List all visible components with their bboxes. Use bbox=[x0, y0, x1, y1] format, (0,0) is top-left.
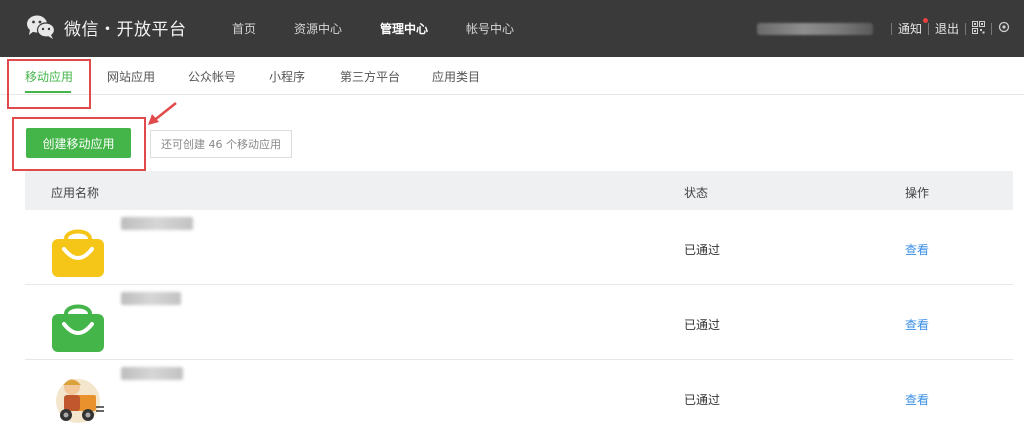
unread-dot bbox=[922, 18, 928, 23]
create-mobile-app-button[interactable]: 创建移动应用 bbox=[26, 128, 131, 158]
column-actions: 操作 bbox=[905, 186, 930, 200]
app-name-redacted bbox=[121, 367, 183, 380]
annotation-arrow-icon bbox=[146, 100, 180, 132]
account-name-redacted[interactable] bbox=[756, 22, 873, 35]
remaining-quota-note: 还可创建 46 个移动应用 bbox=[150, 130, 292, 158]
delivery-courier-icon bbox=[50, 371, 106, 427]
logout-link[interactable]: 退出 bbox=[935, 20, 959, 37]
nav-item-account[interactable]: 帐号中心 bbox=[466, 20, 514, 37]
divider bbox=[890, 22, 892, 35]
tab-mini-programs[interactable]: 小程序 bbox=[269, 68, 305, 85]
column-status: 状态 bbox=[684, 186, 709, 200]
divider bbox=[927, 22, 929, 35]
table-row: 已通过 查看 bbox=[25, 210, 1013, 285]
nav-item-home[interactable]: 首页 bbox=[232, 20, 256, 37]
status-text: 已通过 bbox=[684, 243, 721, 257]
table-row: 已通过 查看 bbox=[25, 360, 1013, 429]
apps-table: 应用名称 状态 操作 已通过 查看 已通过 查看 已通过 查看 bbox=[25, 171, 1013, 429]
wechat-logo-icon bbox=[26, 14, 56, 40]
nav-item-resources[interactable]: 资源中心 bbox=[294, 20, 342, 37]
tab-third-party-platform[interactable]: 第三方平台 bbox=[340, 68, 400, 85]
main-nav: 首页 资源中心 管理中心 帐号中心 bbox=[232, 0, 552, 57]
settings-icon[interactable] bbox=[998, 21, 1010, 36]
qrcode-icon[interactable] bbox=[972, 20, 985, 37]
tab-official-accounts[interactable]: 公众帐号 bbox=[188, 68, 236, 85]
brand-logo[interactable]: 微信・开放平台 bbox=[26, 14, 187, 40]
status-text: 已通过 bbox=[684, 393, 721, 407]
column-app-name: 应用名称 bbox=[51, 186, 100, 200]
yellow-shopping-bag-icon bbox=[50, 221, 106, 277]
tab-website-apps[interactable]: 网站应用 bbox=[107, 68, 155, 85]
table-row: 已通过 查看 bbox=[25, 285, 1013, 360]
view-link[interactable]: 查看 bbox=[905, 316, 929, 333]
view-link[interactable]: 查看 bbox=[905, 241, 929, 258]
nav-item-management[interactable]: 管理中心 bbox=[380, 20, 428, 37]
divider bbox=[991, 22, 992, 35]
view-link[interactable]: 查看 bbox=[905, 391, 929, 408]
notify-label: 通知 bbox=[897, 22, 922, 36]
status-text: 已通过 bbox=[684, 318, 721, 332]
app-name-redacted bbox=[121, 217, 193, 230]
sub-nav: 移动应用 网站应用 公众帐号 小程序 第三方平台 应用类目 bbox=[0, 57, 1024, 95]
app-name-redacted bbox=[121, 292, 181, 305]
divider bbox=[965, 22, 966, 35]
green-shopping-bag-icon bbox=[50, 296, 106, 352]
top-bar: 微信・开放平台 首页 资源中心 管理中心 帐号中心 通知 退出 bbox=[0, 0, 1024, 57]
highlight-box-tab bbox=[7, 59, 91, 109]
tab-app-categories[interactable]: 应用类目 bbox=[432, 68, 480, 85]
brand-title: 微信・开放平台 bbox=[64, 19, 187, 40]
top-right-actions: 通知 退出 bbox=[756, 0, 1024, 57]
notify-link[interactable]: 通知 bbox=[897, 18, 928, 37]
table-header: 应用名称 状态 操作 bbox=[25, 171, 1013, 210]
